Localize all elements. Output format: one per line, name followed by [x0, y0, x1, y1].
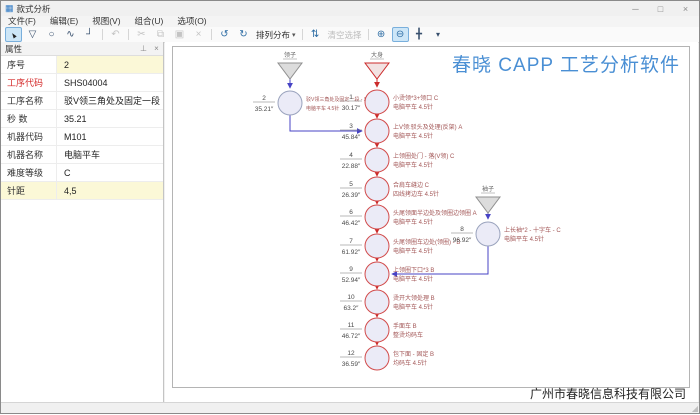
- property-row: 针距 4,5: [1, 182, 163, 200]
- paste-button[interactable]: ▣: [171, 27, 188, 42]
- property-value[interactable]: 35.21: [57, 110, 163, 127]
- status-bar: ◢: [1, 402, 699, 413]
- property-value[interactable]: 电脑平车: [57, 146, 163, 163]
- zoom-out-button[interactable]: ⊖: [392, 27, 409, 42]
- resize-grip[interactable]: ◢: [692, 404, 698, 413]
- toolbar: ▲ ▽ ○ ∿ ┘ ↶ ✂ ⧉ ▣ × ↺ ↻ 排列分布▾ ⇅ 清空选择 ⊕ ⊖…: [1, 27, 699, 43]
- property-label: 工序代码: [1, 74, 57, 91]
- property-label: 秒 数: [1, 110, 57, 127]
- close-button[interactable]: ×: [673, 1, 698, 16]
- delete-button[interactable]: ×: [190, 27, 207, 42]
- property-value[interactable]: M101: [57, 128, 163, 145]
- property-label: 针距: [1, 182, 57, 199]
- menu-edit[interactable]: 编辑(E): [43, 16, 85, 27]
- menu-view[interactable]: 视图(V): [85, 16, 127, 27]
- property-label: 机器代码: [1, 128, 57, 145]
- app-icon: ▦: [5, 1, 14, 16]
- toolbar-separator: [102, 29, 103, 40]
- property-row: 秒 数 35.21: [1, 110, 163, 128]
- property-row: 工序代码 SHS04004: [1, 74, 163, 92]
- copy-button[interactable]: ⧉: [152, 27, 169, 42]
- property-panel-header: 属性 ⊥ ×: [1, 42, 163, 56]
- clear-selection-button[interactable]: 清空选择: [325, 28, 365, 41]
- toolbar-overflow-button[interactable]: ▾: [430, 27, 447, 42]
- cut-button[interactable]: ✂: [133, 27, 150, 42]
- polyline-tool-button[interactable]: ┘: [81, 27, 98, 42]
- swap-order-button[interactable]: ⇅: [307, 27, 324, 42]
- zoom-in-button[interactable]: ⊕: [373, 27, 390, 42]
- triangle-tool-button[interactable]: ▽: [24, 27, 41, 42]
- property-row: 机器名称 电脑平车: [1, 146, 163, 164]
- property-value[interactable]: C: [57, 164, 163, 181]
- curve-tool-button[interactable]: ∿: [62, 27, 79, 42]
- property-label: 机器名称: [1, 146, 57, 163]
- property-label: 序号: [1, 56, 57, 73]
- arrange-distribute-label: 排列分布: [256, 29, 290, 41]
- page-border: [172, 46, 690, 388]
- property-row: 工序名称 驳V领三角处及固定一段: [1, 92, 163, 110]
- property-value[interactable]: 4,5: [57, 182, 163, 199]
- pointer-icon: ▲: [8, 29, 19, 41]
- title-bar: ▦ 款式分析 ─ □ ×: [1, 1, 699, 16]
- diagram-canvas[interactable]: 春晓 CAPP 工艺分析软件 广州市春晓信息科技有限公司: [165, 42, 698, 403]
- property-value[interactable]: 2: [57, 56, 163, 73]
- toolbar-separator: [302, 29, 303, 40]
- pin-icon[interactable]: ⊥: [137, 44, 150, 53]
- menu-group[interactable]: 组合(U): [128, 16, 171, 27]
- property-row: 机器代码 M101: [1, 128, 163, 146]
- toolbar-separator: [368, 29, 369, 40]
- property-panel: 属性 ⊥ × 序号 2 工序代码 SHS04004 工序名称 驳V领三角处及固定…: [1, 42, 164, 403]
- property-value[interactable]: SHS04004: [57, 74, 163, 91]
- menu-file[interactable]: 文件(F): [1, 16, 43, 27]
- pan-button[interactable]: ╋: [411, 27, 428, 42]
- arrange-distribute-button[interactable]: 排列分布▾: [253, 28, 299, 41]
- window-title: 款式分析: [17, 3, 51, 15]
- chevron-down-icon: ▾: [292, 31, 296, 39]
- menu-options[interactable]: 选项(O): [170, 16, 213, 27]
- canvas-watermark-title: 春晓 CAPP 工艺分析软件: [452, 50, 680, 77]
- panel-close-icon[interactable]: ×: [150, 44, 163, 53]
- circle-tool-button[interactable]: ○: [43, 27, 60, 42]
- property-value[interactable]: 驳V领三角处及固定一段: [57, 92, 163, 109]
- app-window: ▦ 款式分析 ─ □ × 文件(F) 编辑(E) 视图(V) 组合(U) 选项(…: [0, 0, 700, 414]
- rotate-left-button[interactable]: ↺: [216, 27, 233, 42]
- maximize-button[interactable]: □: [648, 1, 673, 16]
- window-controls: ─ □ ×: [623, 1, 698, 16]
- company-name: 广州市春晓信息科技有限公司: [530, 385, 686, 402]
- property-label: 工序名称: [1, 92, 57, 109]
- property-panel-title: 属性: [5, 43, 22, 55]
- minimize-button[interactable]: ─: [623, 1, 648, 16]
- select-tool-button[interactable]: ▲: [5, 27, 22, 42]
- toolbar-separator: [128, 29, 129, 40]
- toolbar-separator: [211, 29, 212, 40]
- property-row: 难度等级 C: [1, 164, 163, 182]
- property-row: 序号 2: [1, 56, 163, 74]
- undo-button[interactable]: ↶: [107, 27, 124, 42]
- property-label: 难度等级: [1, 164, 57, 181]
- rotate-right-button[interactable]: ↻: [235, 27, 252, 42]
- menu-bar: 文件(F) 编辑(E) 视图(V) 组合(U) 选项(O): [1, 16, 699, 27]
